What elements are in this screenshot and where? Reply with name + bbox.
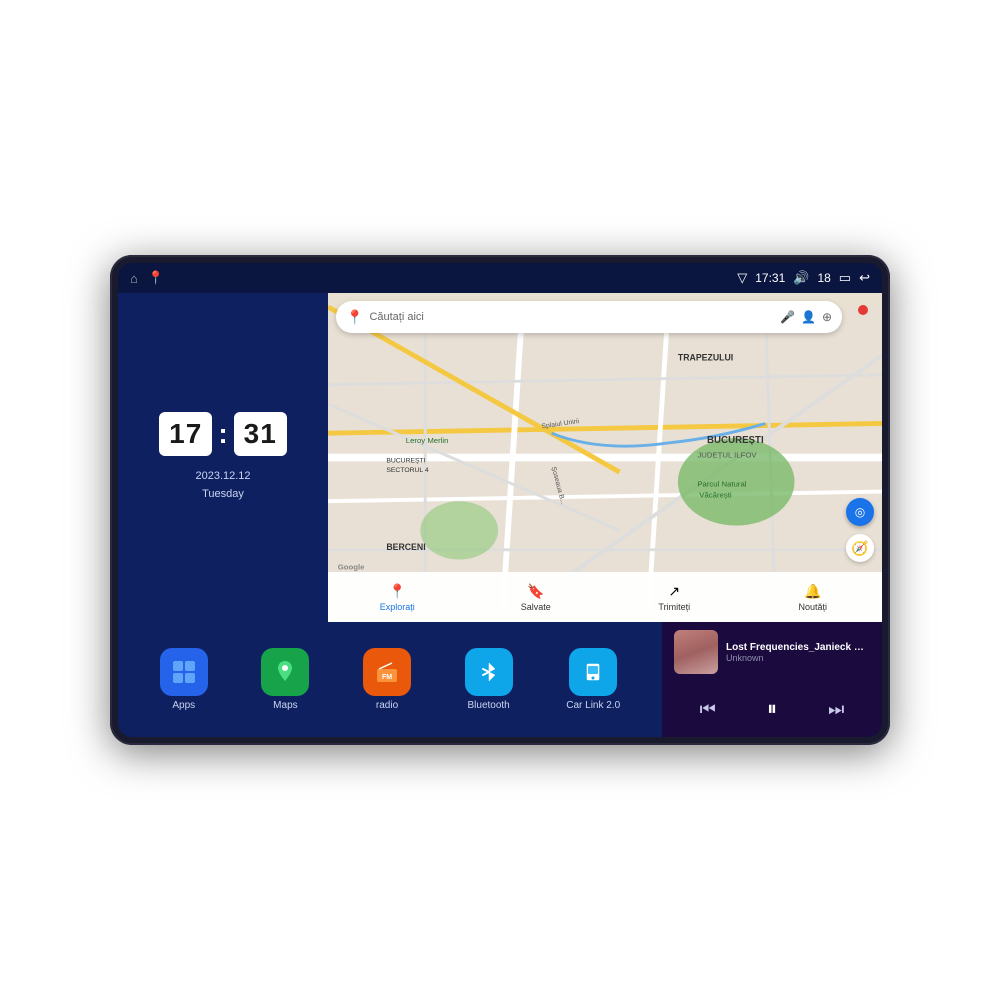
music-info: Lost Frequencies_Janieck Devy-... Unknow… (674, 630, 870, 674)
apps-icon (160, 648, 208, 696)
salvate-label: Salvate (521, 602, 551, 612)
radio-label: radio (376, 700, 398, 711)
back-icon[interactable]: ↩ (859, 270, 870, 286)
top-section: 17 : 31 2023.12.12 Tuesday (118, 293, 882, 622)
salvate-icon: 🔖 (527, 583, 544, 600)
map-search-input[interactable]: Căutați aici (369, 311, 774, 323)
maps-icon[interactable]: 📍 (148, 270, 164, 286)
svg-text:BUCUREȘTI: BUCUREȘTI (707, 435, 764, 446)
music-player: Lost Frequencies_Janieck Devy-... Unknow… (662, 622, 882, 737)
bottom-section: Apps Maps (118, 622, 882, 737)
status-time: 17:31 (755, 271, 785, 285)
clock-display: 17 : 31 (159, 412, 287, 456)
svg-text:BUCUREȘTI: BUCUREȘTI (386, 457, 425, 464)
noutati-label: Noutăți (798, 602, 827, 612)
map-nav-explorati[interactable]: 📍 Explorați (328, 579, 467, 616)
map-red-location-dot (858, 305, 868, 315)
svg-text:SECTORUL 4: SECTORUL 4 (386, 467, 429, 474)
apps-label: Apps (172, 700, 195, 711)
account-icon[interactable]: 👤 (801, 310, 816, 324)
car-head-unit: ⌂ 📍 ▽ 17:31 🔊 18 ▭ ↩ 17 (110, 255, 890, 745)
clock-hours-block: 17 (159, 412, 212, 456)
map-pin-icon: 📍 (346, 309, 363, 326)
svg-text:JUDEȚUL ILFOV: JUDEȚUL ILFOV (697, 451, 757, 460)
album-art-image (674, 630, 718, 674)
map-panel[interactable]: TRAPEZULUI BUCUREȘTI JUDEȚUL ILFOV BERCE… (328, 293, 882, 622)
clock-colon: : (218, 418, 227, 450)
map-search-bar[interactable]: 📍 Căutați aici 🎤 👤 ⊕ (336, 301, 842, 333)
maps-app-icon (261, 648, 309, 696)
prev-button[interactable]: ⏮ (692, 695, 724, 724)
svg-text:Google: Google (338, 562, 365, 571)
app-item-bluetooth[interactable]: Bluetooth (465, 648, 513, 711)
clock-date-value: 2023.12.12 (195, 470, 250, 482)
clock-minutes: 31 (244, 418, 277, 449)
svg-text:FM: FM (382, 674, 392, 681)
bluetooth-label: Bluetooth (467, 700, 509, 711)
apps-area: Apps Maps (118, 622, 662, 737)
app-item-radio[interactable]: FM radio (363, 648, 411, 711)
map-navigate-button[interactable]: ◎ (846, 498, 874, 526)
noutati-icon: 🔔 (804, 583, 821, 600)
svg-text:BERCENI: BERCENI (386, 542, 425, 552)
explorati-label: Explorați (380, 602, 415, 612)
clock-panel: 17 : 31 2023.12.12 Tuesday (118, 293, 328, 622)
map-nav-trimiteti[interactable]: ↗ Trimiteți (605, 579, 744, 616)
svg-text:TRAPEZULUI: TRAPEZULUI (678, 352, 733, 362)
app-item-carlink[interactable]: Car Link 2.0 (566, 648, 620, 711)
clock-minutes-block: 31 (234, 412, 287, 456)
next-button[interactable]: ⏭ (820, 695, 852, 724)
maps-label: Maps (273, 700, 297, 711)
volume-icon: 🔊 (793, 270, 809, 286)
status-bar-right: ▽ 17:31 🔊 18 ▭ ↩ (737, 270, 870, 286)
screen: ⌂ 📍 ▽ 17:31 🔊 18 ▭ ↩ 17 (118, 263, 882, 737)
mic-icon[interactable]: 🎤 (780, 310, 795, 324)
battery-icon: ▭ (839, 270, 851, 286)
svg-text:Leroy Merlin: Leroy Merlin (406, 436, 449, 445)
explorati-icon: 📍 (389, 583, 406, 600)
play-pause-button[interactable]: ⏸ (759, 694, 785, 725)
layers-icon[interactable]: ⊕ (822, 310, 832, 324)
app-item-maps[interactable]: Maps (261, 648, 309, 711)
map-bottom-nav: 📍 Explorați 🔖 Salvate ↗ Trimiteți 🔔 (328, 572, 882, 622)
status-bar-left: ⌂ 📍 (130, 270, 164, 286)
map-compass-button[interactable]: 🧭 (846, 534, 874, 562)
clock-date: 2023.12.12 Tuesday (195, 468, 250, 503)
music-title: Lost Frequencies_Janieck Devy-... (726, 642, 870, 653)
trimiteti-label: Trimiteți (658, 602, 690, 612)
map-search-icons: 🎤 👤 ⊕ (780, 310, 832, 324)
svg-text:Văcărești: Văcărești (699, 490, 732, 499)
main-content: 17 : 31 2023.12.12 Tuesday (118, 293, 882, 737)
clock-hours: 17 (169, 418, 202, 449)
carlink-app-icon (569, 648, 617, 696)
map-nav-salvate[interactable]: 🔖 Salvate (467, 579, 606, 616)
app-item-apps[interactable]: Apps (160, 648, 208, 711)
music-details: Lost Frequencies_Janieck Devy-... Unknow… (726, 642, 870, 663)
music-artist: Unknown (726, 653, 870, 663)
radio-app-icon: FM (363, 648, 411, 696)
music-controls: ⏮ ⏸ ⏭ (674, 690, 870, 729)
volume-level: 18 (817, 271, 830, 285)
trimiteti-icon: ↗ (668, 583, 680, 600)
map-nav-noutati[interactable]: 🔔 Noutăți (744, 579, 883, 616)
signal-icon: ▽ (737, 270, 747, 286)
music-album-art (674, 630, 718, 674)
carlink-label: Car Link 2.0 (566, 700, 620, 711)
bluetooth-app-icon (465, 648, 513, 696)
status-bar: ⌂ 📍 ▽ 17:31 🔊 18 ▭ ↩ (118, 263, 882, 293)
svg-text:Parcul Natural: Parcul Natural (697, 480, 746, 489)
clock-day-value: Tuesday (202, 488, 244, 500)
home-icon[interactable]: ⌂ (130, 271, 138, 286)
